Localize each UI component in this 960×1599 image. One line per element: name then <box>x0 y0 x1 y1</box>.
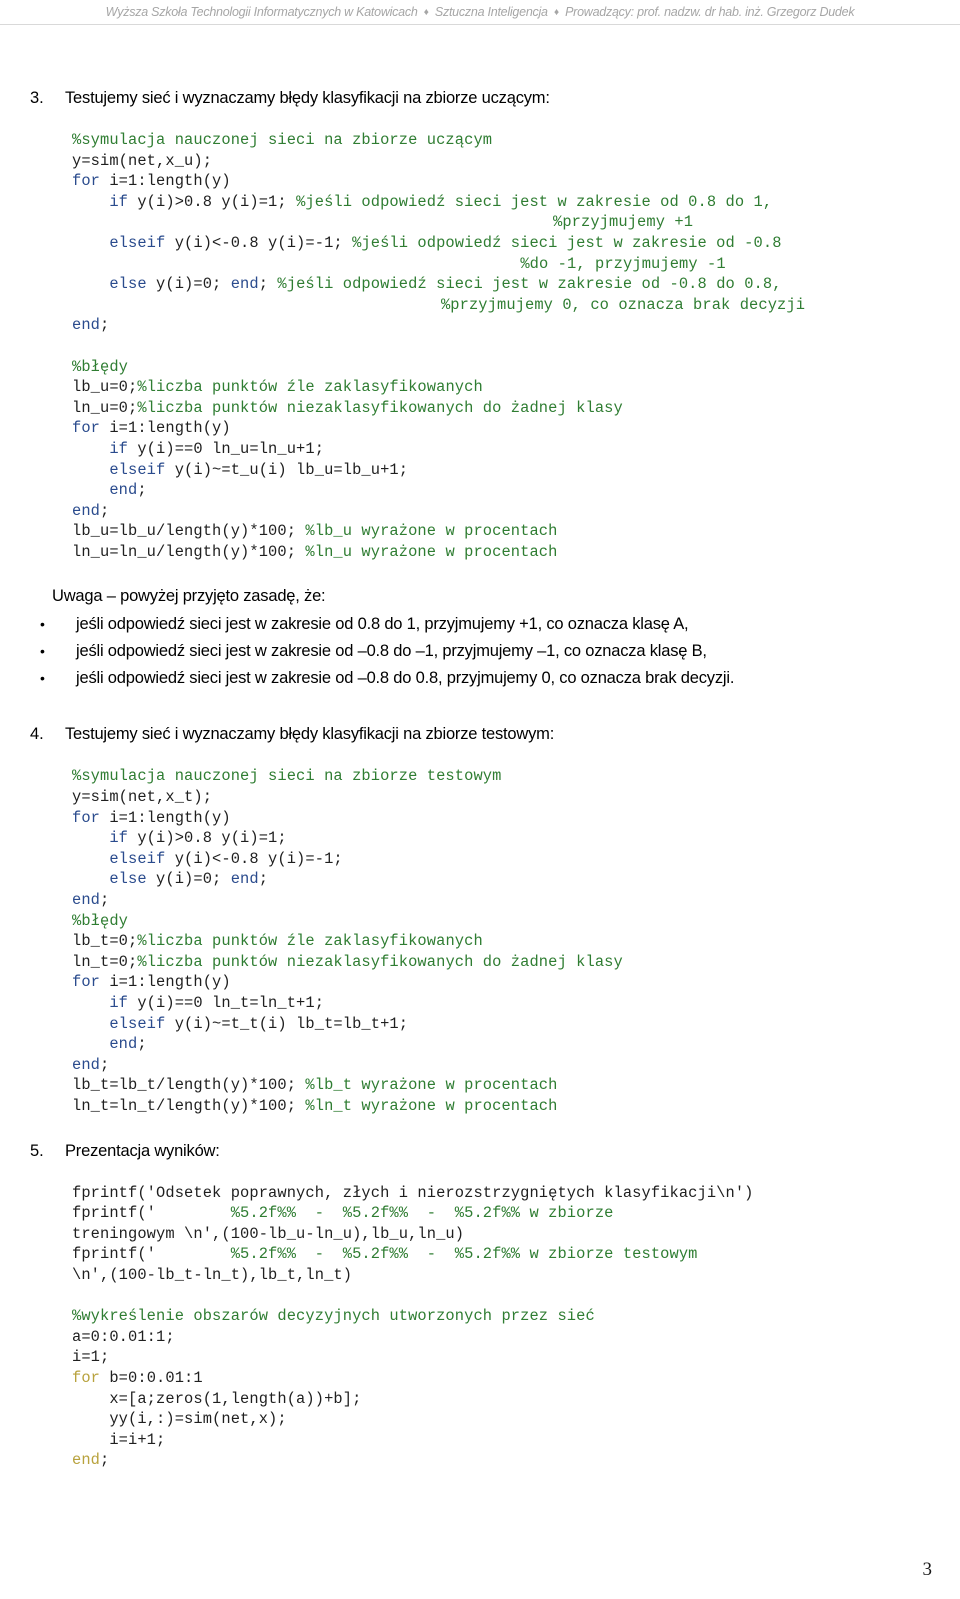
page-number: 3 <box>922 1559 933 1580</box>
code-line: end; <box>72 1451 110 1470</box>
code-line: ln_u=ln_u/length(y)*100; %ln_u wyrażone … <box>72 542 558 561</box>
code-block-training: %symulacja nauczonej sieci na zbiorze uc… <box>0 130 960 562</box>
step-4-title: Testujemy sieć i wyznaczamy błędy klasyf… <box>65 725 555 744</box>
step-4: 4. Testujemy sieć i wyznaczamy błędy kla… <box>0 722 960 746</box>
header-separator-icon-2: ♦ <box>554 7 559 18</box>
running-header: Wyższa Szkoła Technologii Informatycznyc… <box>0 0 960 26</box>
code-line: elseif y(i)<-0.8 y(i)=-1; %jeśli odpowie… <box>109 233 782 252</box>
code-line: %do -1, przyjmujemy -1 <box>520 254 726 273</box>
document-body: 3. Testujemy sieć i wyznaczamy błędy kla… <box>0 86 960 1471</box>
note-bullet-text: jeśli odpowiedź sieci jest w zakresie od… <box>76 615 689 634</box>
header-institution: Wyższa Szkoła Technologii Informatycznyc… <box>105 5 418 19</box>
header-course: Sztuczna Inteligencja <box>434 5 548 19</box>
code-line: end; <box>109 1035 147 1054</box>
step-5-number: 5. <box>30 1141 44 1160</box>
code-line: end; <box>72 891 110 910</box>
step-3-number: 3. <box>30 89 44 107</box>
code-line: i=i+1; <box>72 1430 166 1449</box>
code-line: %przyjmujemy +1 <box>553 213 694 232</box>
code-line: lb_t=0;%liczba punktów źle zaklasyfikowa… <box>72 932 483 951</box>
code-line: %przyjmujemy 0, co oznacza brak decyzji <box>440 295 806 314</box>
code-line: a=0:0.01:1; <box>72 1327 175 1346</box>
code-line: end; <box>109 481 147 500</box>
code-block-testing: %symulacja nauczonej sieci na zbiorze te… <box>0 766 960 1116</box>
code-line: for i=1:length(y) <box>72 172 231 191</box>
bullet-dot-icon: • <box>40 616 45 633</box>
code-line: fprintf(' %5.2f%% - %5.2f%% - %5.2f%% w … <box>72 1204 614 1223</box>
code-line: for i=1:length(y) <box>72 808 231 827</box>
code-line: if y(i)>0.8 y(i)=1; <box>109 829 287 848</box>
code-line: end; <box>72 501 110 520</box>
code-line: %symulacja nauczonej sieci na zbiorze uc… <box>72 131 493 149</box>
bullet-dot-icon: • <box>40 643 45 660</box>
code-line: end; <box>72 1055 110 1074</box>
code-line: ln_u=0;%liczba punktów niezaklasyfikowan… <box>72 398 623 417</box>
code-line: \n',(100-lb_t-ln_t),lb_t,ln_t) <box>72 1265 353 1284</box>
step-4-number: 4. <box>30 725 44 744</box>
code-line: y=sim(net,x_u); <box>72 151 213 170</box>
code-line: for i=1:length(y) <box>72 973 231 992</box>
note-bullet-1: • jeśli odpowiedź sieci jest w zakresie o… <box>0 611 960 638</box>
step-3-title: Testujemy sieć i wyznaczamy błędy klasyf… <box>65 89 550 107</box>
code-block-results: fprintf('Odsetek poprawnych, złych i nie… <box>0 1183 960 1471</box>
code-line: if y(i)==0 ln_t=ln_t+1; <box>109 994 325 1012</box>
code-line: yy(i,:)=sim(net,x); <box>72 1410 287 1429</box>
code-line: ln_t=0;%liczba punktów niezaklasyfikowan… <box>72 952 623 971</box>
note-bullet-text: jeśli odpowiedź sieci jest w zakresie od… <box>76 669 735 688</box>
step-5-title: Prezentacja wyników: <box>65 1141 220 1160</box>
code-line: lb_u=lb_u/length(y)*100; %lb_u wyrażone … <box>72 522 558 541</box>
code-line: x=[a;zeros(1,length(a))+b]; <box>72 1389 362 1408</box>
note-bullet-2: • jeśli odpowiedź sieci jest w zakresie o… <box>0 638 960 665</box>
note-bullet-3: • jeśli odpowiedź sieci jest w zakresie o… <box>0 665 960 692</box>
code-line: else y(i)=0; end; %jeśli odpowiedź sieci… <box>109 275 782 294</box>
note-bullet-list: • jeśli odpowiedź sieci jest w zakresie o… <box>0 611 960 692</box>
code-line: fprintf(' %5.2f%% - %5.2f%% - %5.2f%% w … <box>72 1245 698 1264</box>
code-line: if y(i)>0.8 y(i)=1; %jeśli odpowiedź sie… <box>109 192 773 211</box>
code-line: for b=0:0.01:1 <box>72 1368 203 1387</box>
code-line: %symulacja nauczonej sieci na zbiorze te… <box>72 767 502 786</box>
code-line: fprintf('Odsetek poprawnych, złych i nie… <box>72 1183 754 1202</box>
code-line: if y(i)==0 ln_u=ln_u+1; <box>109 439 325 458</box>
code-line: else y(i)=0; end; <box>109 870 269 889</box>
code-line: elseif y(i)~=t_t(i) lb_t=lb_t+1; <box>109 1014 409 1033</box>
code-line: %błędy <box>72 911 129 930</box>
code-line: treningowym \n',(100-lb_u-ln_u),lb_u,ln_… <box>72 1224 465 1243</box>
header-divider <box>0 24 960 25</box>
step-3: 3. Testujemy sieć i wyznaczamy błędy kla… <box>0 86 960 110</box>
code-line: lb_t=lb_t/length(y)*100; %lb_t wyrażone … <box>72 1076 558 1095</box>
step-5: 5. Prezentacja wyników: <box>0 1139 960 1163</box>
code-line: ln_t=ln_t/length(y)*100; %ln_t wyrażone … <box>72 1096 558 1115</box>
bullet-dot-icon: • <box>40 670 45 687</box>
code-line: elseif y(i)<-0.8 y(i)=-1; <box>109 849 343 868</box>
code-line: lb_u=0;%liczba punktów źle zaklasyfikowa… <box>72 378 483 397</box>
header-lecturer: Prowadzący: prof. nadzw. dr hab. inż. Gr… <box>565 5 855 19</box>
code-line: %błędy <box>72 357 129 376</box>
code-line: i=1; <box>72 1348 110 1367</box>
note-bullet-text: jeśli odpowiedź sieci jest w zakresie od… <box>76 642 707 661</box>
code-line: for i=1:length(y) <box>72 419 231 438</box>
code-line: elseif y(i)~=t_u(i) lb_u=lb_u+1; <box>109 460 409 479</box>
header-separator-icon: ♦ <box>423 7 429 18</box>
code-line: y=sim(net,x_t); <box>72 788 213 807</box>
code-line: %wykreślenie obszarów decyzyjnych utworz… <box>72 1307 595 1326</box>
code-line: end; <box>72 316 110 335</box>
note-intro: Uwaga – powyżej przyjęto zasadę, że: <box>52 587 326 606</box>
